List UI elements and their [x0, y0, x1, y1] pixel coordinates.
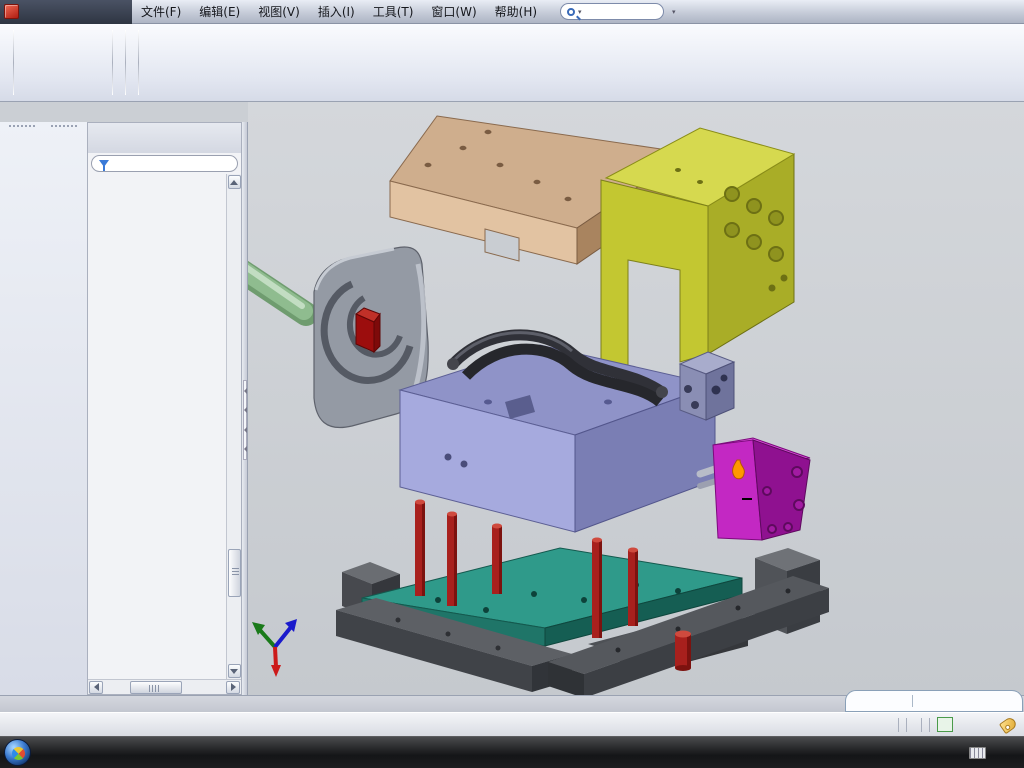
part-ejector-block[interactable]: [713, 438, 810, 540]
toolbar-separator: [125, 30, 126, 95]
features-toolbar: [2, 122, 42, 695]
menu-item[interactable]: 帮助(H): [486, 0, 546, 24]
network-speed-overlay: [845, 690, 1023, 712]
menu-item[interactable]: 编辑(E): [190, 0, 249, 24]
left-toolbars: [0, 122, 88, 695]
toolbar-separator: [112, 30, 113, 95]
status-bar: [0, 712, 1024, 736]
tools-group: [142, 26, 148, 99]
orientation-triad: [252, 619, 297, 677]
feature-tooltip: [742, 498, 752, 500]
toolbar-drag-handle[interactable]: [9, 125, 35, 130]
system-tray: [969, 747, 1020, 759]
search-box[interactable]: ▾: [560, 3, 664, 20]
scroll-down-button[interactable]: [228, 664, 241, 678]
sketch-group: [4, 26, 10, 99]
toolbar-separator: [138, 30, 139, 95]
modify-group: [116, 26, 122, 99]
tree-horizontal-scrollbar[interactable]: [88, 679, 241, 694]
toolbar-drag-handle[interactable]: [51, 125, 77, 130]
model-canvas: [248, 102, 1024, 695]
feature-manager-panel: [88, 122, 242, 695]
menu-item[interactable]: 窗口(W): [422, 0, 485, 24]
tag-icon[interactable]: [999, 715, 1018, 733]
title-bar: 文件(F)编辑(E)视图(V)插入(I)工具(T)窗口(W)帮助(H) ▾ ▾: [0, 0, 1024, 24]
scrollbar-thumb[interactable]: [228, 549, 241, 597]
splitter-handle[interactable]: [243, 380, 247, 460]
panel-tab-overflow[interactable]: [229, 150, 239, 153]
panel-tabs: [88, 123, 241, 153]
scroll-left-button[interactable]: [89, 681, 103, 694]
solidworks-window: 文件(F)编辑(E)视图(V)插入(I)工具(T)窗口(W)帮助(H) ▾ ▾: [0, 0, 1024, 768]
graphics-area[interactable]: [248, 102, 1024, 695]
menu-item[interactable]: 文件(F): [132, 0, 190, 24]
menu-item[interactable]: 工具(T): [364, 0, 423, 24]
taskbar: [0, 736, 1024, 768]
part-connector-block[interactable]: [680, 352, 734, 420]
divider: [921, 718, 922, 732]
mold-tools-toolbar: [44, 122, 84, 695]
command-manager: [0, 24, 1024, 102]
part-cavity-block[interactable]: [400, 333, 718, 532]
tree-vertical-scrollbar[interactable]: [226, 174, 241, 679]
menu-item[interactable]: 插入(I): [309, 0, 364, 24]
tree-filter[interactable]: [91, 155, 238, 172]
panel-splitter[interactable]: [242, 122, 248, 695]
pattern-group: [129, 26, 135, 99]
part-clamp-plate[interactable]: [601, 128, 794, 388]
scroll-up-button[interactable]: [228, 175, 241, 189]
start-button[interactable]: [4, 739, 31, 766]
toolbar-separator: [13, 30, 14, 95]
divider: [912, 695, 913, 707]
divider: [906, 718, 907, 732]
filter-input[interactable]: [113, 156, 203, 171]
scroll-right-button[interactable]: [226, 681, 240, 694]
filter-icon: [99, 160, 109, 167]
sketch-entities-grid: [17, 26, 109, 99]
chevron-down-icon[interactable]: ▾: [672, 8, 676, 16]
chevron-down-icon[interactable]: ▾: [578, 8, 582, 16]
search-icon: [567, 8, 575, 16]
app-logo: [0, 0, 132, 24]
menu-bar: 文件(F)编辑(E)视图(V)插入(I)工具(T)窗口(W)帮助(H): [132, 0, 546, 24]
divider: [929, 718, 930, 732]
search-input[interactable]: [585, 4, 635, 19]
divider: [898, 718, 899, 732]
input-method-icon[interactable]: [969, 747, 986, 759]
scrollbar-thumb[interactable]: [130, 681, 182, 694]
feature-tree: [88, 174, 226, 679]
solidworks-logo-icon: [4, 4, 19, 19]
menu-item[interactable]: 视图(V): [249, 0, 309, 24]
quick-tips-button[interactable]: [937, 717, 953, 732]
